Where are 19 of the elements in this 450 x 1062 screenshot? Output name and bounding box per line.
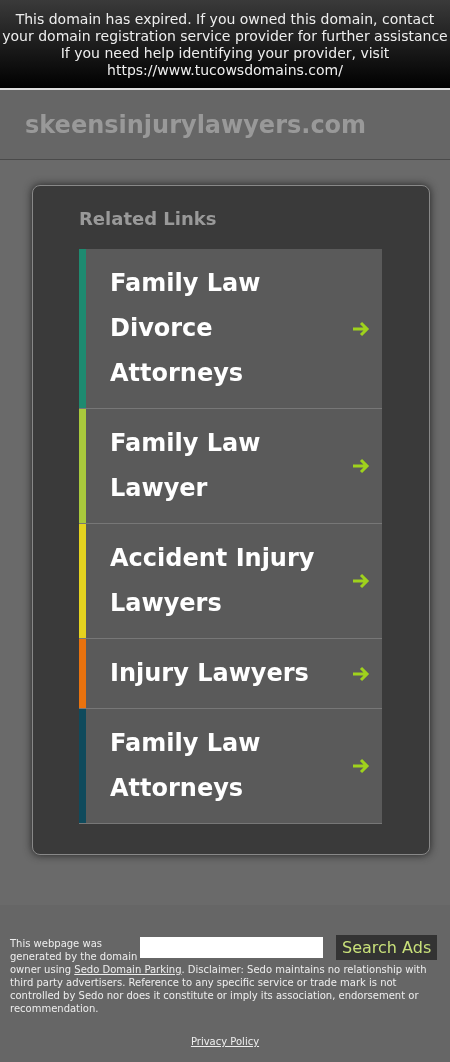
expiry-notice-line: your domain registration service provider for further assistance <box>2 28 448 45</box>
arrow-right-icon <box>352 758 370 774</box>
arrow-right-icon <box>352 573 370 589</box>
privacy-link[interactable]: Privacy Policy <box>190 1036 260 1047</box>
related-link[interactable]: Injury Lawyers <box>79 639 382 709</box>
arrow-right-icon <box>352 458 370 474</box>
section-title: Related Links <box>79 208 218 229</box>
related-link[interactable]: Family Law Attorneys <box>79 709 382 824</box>
search-ads-button[interactable]: Search Ads <box>336 935 438 960</box>
expiry-notice-line: https://www.tucowsdomains.com/ <box>107 62 343 79</box>
expiry-notice-line: If you need help identifying your provider, visit <box>60 45 390 62</box>
expiry-notice-line: This domain has expired. If you owned this domain, contact <box>15 11 435 28</box>
related-link[interactable]: Family Law Divorce Attorneys <box>79 249 382 409</box>
arrow-right-icon <box>352 320 370 337</box>
arrow-right-icon <box>352 665 370 682</box>
disclaimer-text: owner using Sedo Domain Parking. Disclaimer: Sedo maintains no relationship with third party advertisers. Reference to any specific service or trade mark is not controlled by Sedo nor does it constitute or imply its association, endorsement or recommendation. <box>10 963 428 1015</box>
search-field[interactable] <box>140 937 323 958</box>
related-link[interactable]: Accident Injury Lawyers <box>79 524 382 639</box>
related-link[interactable]: Family Law Lawyer <box>79 409 382 524</box>
